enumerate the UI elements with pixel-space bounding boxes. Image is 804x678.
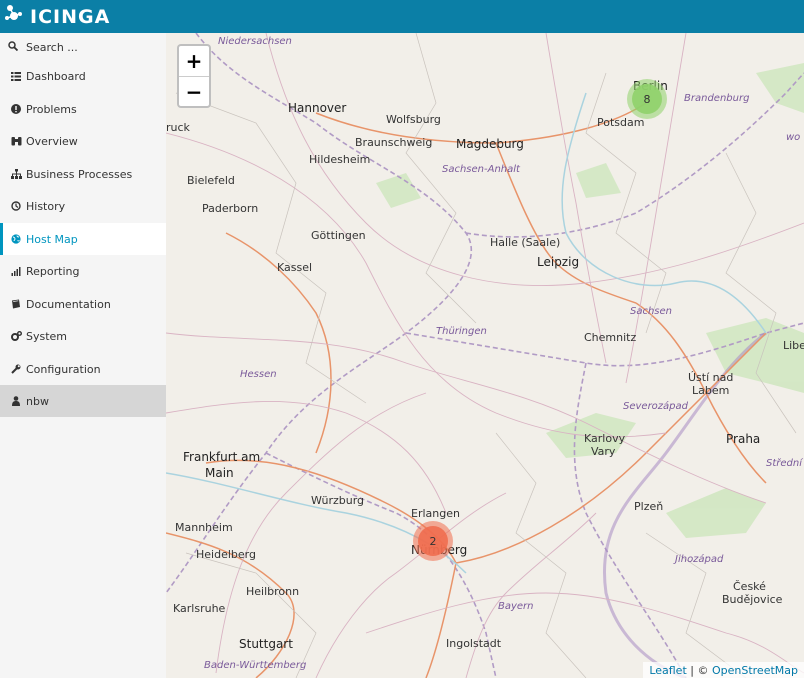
host-map[interactable]: + − Hannover Wolfsburg Magdeburg Braunsc… bbox=[166, 33, 804, 678]
chart-icon bbox=[10, 266, 22, 276]
sidebar-item-label: Configuration bbox=[26, 362, 101, 376]
city-label: Praha bbox=[726, 432, 761, 446]
region-label: Sachsen bbox=[630, 306, 673, 317]
city-label: České bbox=[733, 580, 766, 593]
region-label: Brandenburg bbox=[684, 93, 750, 104]
city-label: Vary bbox=[591, 445, 616, 458]
app-name: ICINGA bbox=[30, 6, 111, 28]
city-label: Potsdam bbox=[597, 116, 645, 129]
city-label: Karlsruhe bbox=[173, 602, 226, 615]
host-cluster-count: 2 bbox=[418, 526, 448, 556]
sidebar: Search ... Dashboard Problems Overview B… bbox=[0, 33, 166, 678]
zoom-control: + − bbox=[177, 44, 211, 108]
search-icon bbox=[8, 40, 20, 54]
city-label: Budějovice bbox=[722, 593, 783, 606]
zoom-out-button[interactable]: − bbox=[179, 77, 209, 106]
city-label: ruck bbox=[166, 121, 190, 134]
city-label: Ingolstadt bbox=[446, 637, 502, 650]
city-label: Leipzig bbox=[537, 255, 580, 269]
region-label: Niedersachsen bbox=[218, 36, 292, 47]
city-label: Göttingen bbox=[311, 229, 366, 242]
city-label: Magdeburg bbox=[456, 137, 524, 151]
leaflet-link[interactable]: Leaflet bbox=[649, 664, 686, 677]
globe-icon bbox=[10, 234, 22, 244]
city-label: Frankfurt am bbox=[183, 450, 261, 464]
region-label: Jihozápad bbox=[675, 554, 724, 565]
sidebar-item-label: Overview bbox=[26, 134, 78, 148]
gears-icon bbox=[10, 331, 22, 341]
sidebar-item-label: Problems bbox=[26, 102, 77, 116]
city-label: Mannheim bbox=[175, 521, 233, 534]
icinga-logo[interactable]: ICINGA bbox=[4, 3, 110, 31]
sidebar-user-label: nbw bbox=[26, 394, 49, 408]
host-cluster-count: 8 bbox=[632, 84, 662, 114]
city-label: Kassel bbox=[277, 261, 313, 274]
city-label: Plzeň bbox=[634, 500, 664, 513]
city-label: Heilbronn bbox=[246, 585, 300, 598]
city-label: Heidelberg bbox=[196, 548, 256, 561]
city-label: Paderborn bbox=[202, 202, 259, 215]
city-label: Main bbox=[205, 466, 234, 480]
wrench-icon bbox=[10, 364, 22, 374]
host-cluster-critical[interactable]: 2 bbox=[413, 521, 453, 561]
sidebar-item-history[interactable]: History bbox=[0, 190, 166, 222]
sidebar-item-problems[interactable]: Problems bbox=[0, 93, 166, 125]
city-label: Labem bbox=[692, 384, 730, 397]
city-label: Bielefeld bbox=[187, 174, 235, 187]
icinga-logo-icon bbox=[5, 5, 22, 20]
book-icon bbox=[10, 299, 22, 309]
city-label: Braunschweig bbox=[355, 136, 433, 149]
sidebar-item-label: History bbox=[26, 199, 66, 213]
sidebar-item-label: Dashboard bbox=[26, 69, 86, 83]
region-label: Bayern bbox=[498, 601, 534, 612]
region-label: wo bbox=[786, 132, 801, 143]
sidebar-item-host-map[interactable]: Host Map bbox=[0, 223, 166, 255]
openstreetmap-link[interactable]: OpenStreetMap bbox=[712, 664, 798, 677]
city-label: Karlovy bbox=[584, 432, 626, 445]
search-input[interactable]: Search ... bbox=[0, 33, 166, 61]
region-label: Hessen bbox=[240, 369, 277, 380]
city-label: Wolfsburg bbox=[386, 113, 441, 126]
sidebar-item-label: Host Map bbox=[26, 232, 78, 246]
zoom-in-button[interactable]: + bbox=[179, 46, 209, 77]
city-label: Libe bbox=[783, 339, 804, 352]
city-label: Würzburg bbox=[311, 494, 365, 507]
region-label: Severozápad bbox=[623, 401, 688, 412]
region-label: Sachsen-Anhalt bbox=[442, 164, 520, 175]
map-tiles bbox=[166, 33, 804, 678]
sidebar-item-reporting[interactable]: Reporting bbox=[0, 255, 166, 287]
sidebar-item-label: Business Processes bbox=[26, 167, 133, 181]
sidebar-item-configuration[interactable]: Configuration bbox=[0, 353, 166, 385]
sidebar-item-dashboard[interactable]: Dashboard bbox=[0, 60, 166, 92]
region-label: Střední bbox=[766, 458, 802, 469]
city-label: Stuttgart bbox=[239, 637, 293, 651]
attribution-separator: | © bbox=[686, 663, 712, 677]
city-label: Chemnitz bbox=[584, 331, 637, 344]
sidebar-item-label: Documentation bbox=[26, 297, 111, 311]
sidebar-item-documentation[interactable]: Documentation bbox=[0, 288, 166, 320]
sidebar-item-overview[interactable]: Overview bbox=[0, 125, 166, 157]
sidebar-item-system[interactable]: System bbox=[0, 320, 166, 352]
history-icon bbox=[10, 201, 22, 211]
search-placeholder: Search ... bbox=[26, 40, 78, 54]
binoculars-icon bbox=[10, 136, 22, 146]
city-label: Halle (Saale) bbox=[490, 236, 561, 249]
city-label: Ústí nad bbox=[688, 371, 734, 384]
sidebar-item-user[interactable]: nbw bbox=[0, 385, 166, 417]
region-label: Baden-Württemberg bbox=[204, 660, 307, 671]
dashboard-icon bbox=[10, 71, 22, 81]
host-cluster-ok[interactable]: 8 bbox=[627, 79, 667, 119]
problems-icon bbox=[10, 104, 22, 114]
city-label: Hannover bbox=[288, 101, 347, 115]
sidebar-item-label: System bbox=[26, 329, 68, 343]
top-bar: ICINGA bbox=[0, 0, 804, 33]
sidebar-item-business-processes[interactable]: Business Processes bbox=[0, 158, 166, 190]
city-label: Erlangen bbox=[411, 507, 460, 520]
region-label: Thüringen bbox=[436, 326, 487, 337]
map-attribution: Leaflet | © OpenStreetMap bbox=[643, 662, 804, 678]
user-icon bbox=[10, 396, 22, 406]
city-label: Hildesheim bbox=[309, 153, 371, 166]
sitemap-icon bbox=[10, 169, 22, 179]
sidebar-item-label: Reporting bbox=[26, 264, 80, 278]
